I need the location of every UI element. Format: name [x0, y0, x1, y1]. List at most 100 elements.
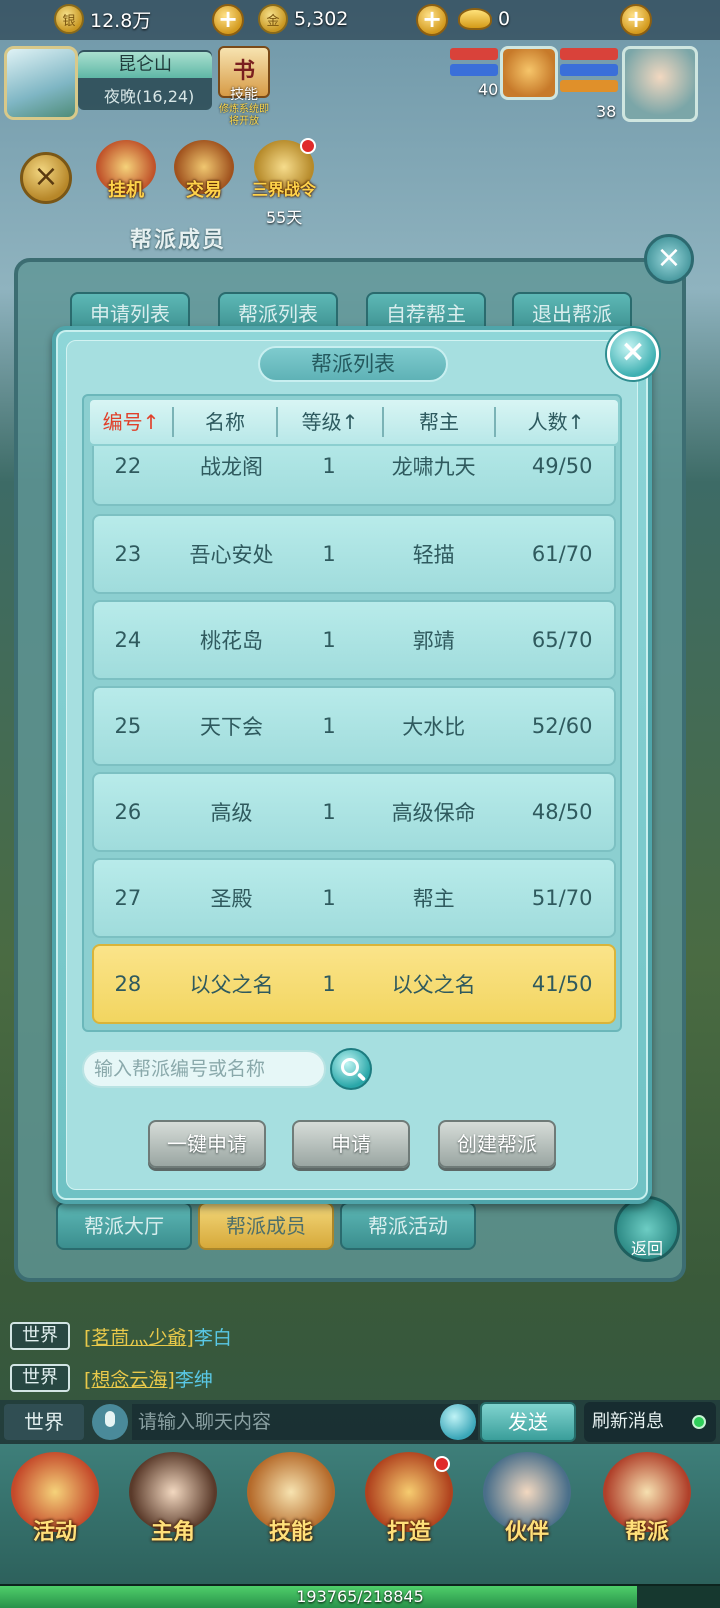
ingot-amount: 0 — [498, 8, 511, 30]
tab-guild-hall[interactable]: 帮派大厅 — [56, 1202, 192, 1250]
trade-button[interactable]: 交易 — [168, 140, 240, 212]
apply-button[interactable]: 申请 — [292, 1120, 410, 1168]
search-button[interactable] — [330, 1048, 372, 1090]
table-row[interactable]: 26 高级 1 高级保命 48/50 — [92, 772, 616, 852]
add-ingot-button[interactable]: + — [620, 4, 652, 36]
gold-currency: 金 5,302 — [258, 4, 348, 34]
row-level: 1 — [322, 454, 336, 478]
chat-user-name[interactable]: 李白 — [194, 1323, 232, 1350]
row-id: 23 — [114, 542, 142, 566]
row-leader: 轻描 — [412, 543, 455, 567]
chat-input[interactable]: 请输入聊天内容 — [132, 1404, 478, 1440]
add-gold-button[interactable]: + — [416, 4, 448, 36]
row-name: 圣殿 — [210, 887, 253, 911]
auto-battle-label: 挂机 — [108, 180, 144, 201]
header-members[interactable]: 人数↑ — [496, 400, 616, 444]
location-info: 昆仑山 夜晚(16,24) — [78, 50, 212, 110]
header-id[interactable]: 编号↑ — [90, 400, 172, 444]
hero-portrait[interactable] — [622, 46, 698, 122]
chat-guild-link[interactable]: [茗茼灬少爺] — [84, 1323, 194, 1350]
row-id: 24 — [114, 628, 142, 652]
search-icon-handle — [356, 1072, 367, 1082]
silver-coin-icon: 银 — [54, 4, 84, 34]
row-members: 61/70 — [531, 542, 593, 566]
collapse-menu-button[interactable]: × — [20, 152, 72, 204]
emoji-icon[interactable] — [440, 1404, 476, 1440]
pet-level: 40 — [478, 80, 499, 99]
table-row[interactable]: 23 吾心安处 1 轻描 61/70 — [92, 514, 616, 594]
table-row[interactable]: 24 桃花岛 1 郭靖 65/70 — [92, 600, 616, 680]
location-time: 夜晚(16,24) — [104, 87, 195, 106]
nav-skills[interactable]: 技能 — [236, 1452, 346, 1562]
gold-coin-icon: 金 — [258, 4, 288, 34]
chat-guild-link[interactable]: [想念云海] — [84, 1365, 175, 1392]
row-level: 1 — [322, 542, 336, 566]
table-row-selected[interactable]: 28 以父之名 1 以父之名 41/50 — [92, 944, 616, 1024]
chat-channel-selector[interactable]: 世界 — [4, 1404, 84, 1440]
header-name: 名称 — [205, 410, 245, 434]
hero-level: 38 — [596, 102, 617, 121]
nav-activities-label: 活动 — [32, 1520, 77, 1545]
guild-members-close-button[interactable]: × — [644, 234, 694, 284]
row-leader: 大水比 — [402, 715, 466, 739]
trade-label: 交易 — [186, 180, 222, 201]
table-row[interactable]: 27 圣殿 1 帮主 51/70 — [92, 858, 616, 938]
one-click-apply-button[interactable]: 一键申请 — [148, 1120, 266, 1168]
guild-list-title: 帮派列表 — [258, 346, 448, 382]
table-row[interactable]: 25 天下会 1 大水比 52/60 — [92, 686, 616, 766]
chat-user-name[interactable]: 李绅 — [175, 1365, 213, 1392]
chat-channel-tag: 世界 — [10, 1322, 70, 1350]
back-button[interactable]: 返回 — [614, 1196, 680, 1262]
tab-guild-activities[interactable]: 帮派活动 — [340, 1202, 476, 1250]
refresh-messages-toggle[interactable]: 刷新消息 — [584, 1402, 716, 1442]
minimap-button[interactable] — [4, 46, 78, 120]
nav-partners[interactable]: 伙伴 — [472, 1452, 582, 1562]
silver-currency: 银 12.8万 — [54, 4, 151, 34]
nav-activities[interactable]: 活动 — [0, 1452, 110, 1562]
gold-amount: 5,302 — [294, 8, 349, 30]
row-name: 以父之名 — [189, 973, 274, 997]
row-name: 天下会 — [199, 715, 263, 739]
auto-battle-button[interactable]: 挂机 — [90, 140, 162, 212]
hero-hp-bar — [560, 48, 618, 60]
skill-shortcut-label: 技能 — [230, 87, 258, 103]
skill-shortcut-button[interactable]: 书 技能 修炼系统即将开放 — [216, 46, 272, 136]
chat-channel-tag: 世界 — [10, 1364, 70, 1392]
header-level[interactable]: 等级↑ — [278, 400, 382, 444]
close-icon[interactable]: × — [607, 328, 659, 380]
table-row[interactable]: 22 战龙阁 1 龙啸九天 49/50 — [92, 446, 616, 506]
nav-guild[interactable]: 帮派 — [592, 1452, 702, 1562]
refresh-messages-label: 刷新消息 — [592, 1411, 664, 1432]
row-id: 25 — [114, 714, 142, 738]
row-name: 高级 — [210, 801, 253, 825]
toggle-on-indicator — [692, 1415, 706, 1429]
pet-mp-bar — [450, 64, 498, 76]
silver-amount: 12.8万 — [90, 9, 152, 32]
create-guild-button[interactable]: 创建帮派 — [438, 1120, 556, 1168]
war-order-label: 三界战令 — [251, 180, 316, 199]
microphone-icon[interactable] — [92, 1404, 128, 1440]
guild-rows: 22 战龙阁 1 龙啸九天 49/50 23 吾心安处 1 轻描 61/70 2… — [84, 446, 620, 1030]
nav-character[interactable]: 主角 — [118, 1452, 228, 1562]
pet-portrait[interactable] — [500, 46, 558, 100]
add-silver-button[interactable]: + — [212, 4, 244, 36]
row-level: 1 — [322, 886, 336, 910]
guild-search-input[interactable]: 输入帮派编号或名称 — [82, 1050, 326, 1088]
ingot-currency: 0 — [458, 4, 510, 34]
experience-bar: 193765/218845 — [0, 1584, 720, 1608]
row-members: 52/60 — [531, 714, 593, 738]
row-name: 吾心安处 — [189, 543, 274, 567]
search-icon — [341, 1058, 359, 1076]
row-level: 1 — [322, 972, 336, 996]
row-leader: 以父之名 — [391, 973, 476, 997]
hero-mp-bar — [560, 64, 618, 76]
location-name: 昆仑山 — [78, 52, 212, 78]
nav-partners-label: 伙伴 — [504, 1520, 549, 1545]
send-button[interactable]: 发送 — [480, 1402, 576, 1442]
row-name: 桃花岛 — [199, 629, 263, 653]
row-leader: 龙啸九天 — [391, 455, 476, 479]
tab-guild-members[interactable]: 帮派成员 — [198, 1202, 334, 1250]
row-name: 战龙阁 — [199, 455, 263, 479]
row-members: 65/70 — [531, 628, 593, 652]
guild-members-title: 帮派成员 — [130, 228, 227, 253]
